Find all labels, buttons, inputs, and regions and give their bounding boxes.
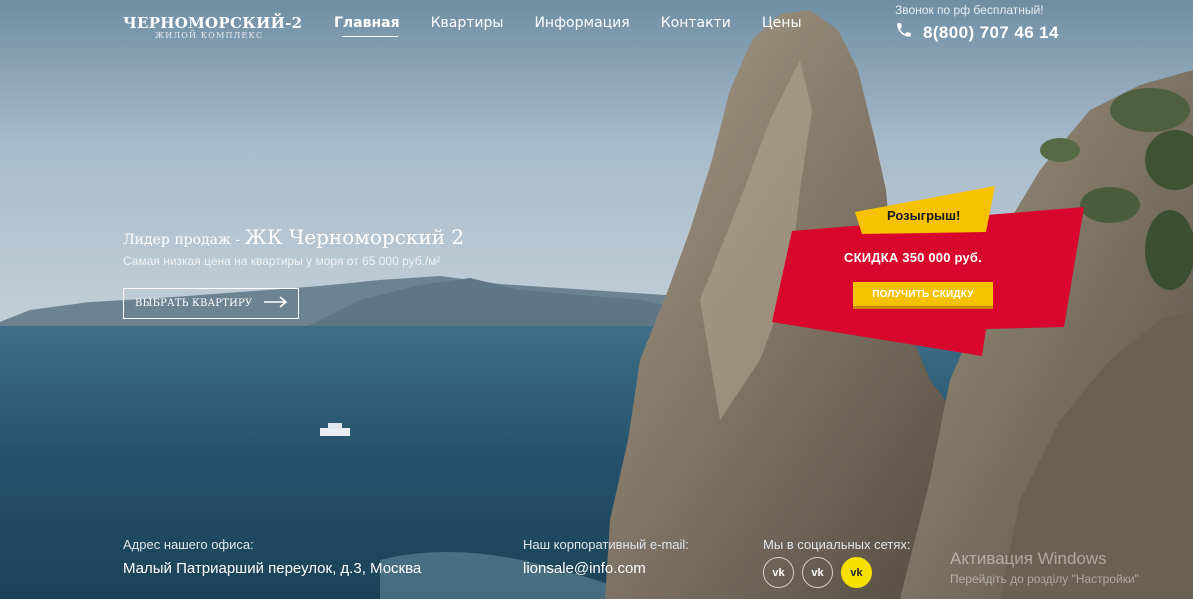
office-label: Адрес нашего офиса: <box>123 537 254 552</box>
office-address: Малый Патриарший переулок, д.3, Москва <box>123 560 422 577</box>
watermark-line1: Активация Windows <box>950 549 1107 568</box>
social-label: Мы в социальных сетях: <box>763 537 911 552</box>
vk-icon[interactable]: vk <box>763 557 794 588</box>
nav-item-apartments[interactable]: Квартиры <box>431 15 504 37</box>
arrow-right-icon <box>264 296 288 311</box>
phone-icon <box>895 21 913 44</box>
choose-apartment-label: ВЫБРАТЬ КВАРТИРУ <box>135 298 253 309</box>
hero-subtitle: Самая низкая цена на квартиры у моря от … <box>123 254 441 268</box>
email-link[interactable]: lionsale@info.com <box>523 560 646 577</box>
hero-title-prefix: Лидер продаж - <box>123 232 245 248</box>
hero-title: Лидер продаж - ЖК Черноморский 2 <box>123 225 464 249</box>
call-free-note: Звонок по рф бесплатный! <box>895 3 1044 17</box>
phone-number: 8(800) 707 46 14 <box>923 22 1059 42</box>
social-links: vk vk vk <box>763 557 872 588</box>
email-label: Наш корпоративный e-mail: <box>523 537 689 552</box>
logo[interactable]: ЧЕРНОМОРСКИЙ-2 ЖИЛОЙ КОМПЛЕКС <box>123 14 302 40</box>
choose-apartment-button[interactable]: ВЫБРАТЬ КВАРТИРУ <box>123 288 299 319</box>
promo-discount: СКИДКА 350 000 руб. <box>844 250 982 265</box>
nav-item-home[interactable]: Главная <box>334 15 400 37</box>
watermark-line2: Перейдіть до розділу "Настройки" <box>950 572 1139 586</box>
phone-link[interactable]: 8(800) 707 46 14 <box>895 21 1059 44</box>
windows-activation-watermark: Активация Windows Перейдіть до розділу "… <box>950 549 1139 586</box>
nav-item-contacts[interactable]: Контакти <box>661 15 731 37</box>
nav-item-prices[interactable]: Цены <box>762 15 802 37</box>
logo-subtitle: ЖИЛОЙ КОМПЛЕКС <box>155 31 264 40</box>
promo-label: Розыгрыш! <box>887 208 961 223</box>
logo-title: ЧЕРНОМОРСКИЙ-2 <box>123 14 303 32</box>
nav-item-information[interactable]: Информация <box>534 15 629 37</box>
get-discount-button[interactable]: ПОЛУЧИТЬ СКИДКУ <box>853 282 993 309</box>
vk-icon[interactable]: vk <box>802 557 833 588</box>
hero-title-strong: ЖК Черноморский 2 <box>244 225 465 249</box>
promo-block: Розыгрыш! СКИДКА 350 000 руб. ПОЛУЧИТЬ С… <box>772 186 1084 356</box>
main-nav: Главная Квартиры Информация Контакти Цен… <box>334 15 833 37</box>
vk-icon[interactable]: vk <box>841 557 872 588</box>
